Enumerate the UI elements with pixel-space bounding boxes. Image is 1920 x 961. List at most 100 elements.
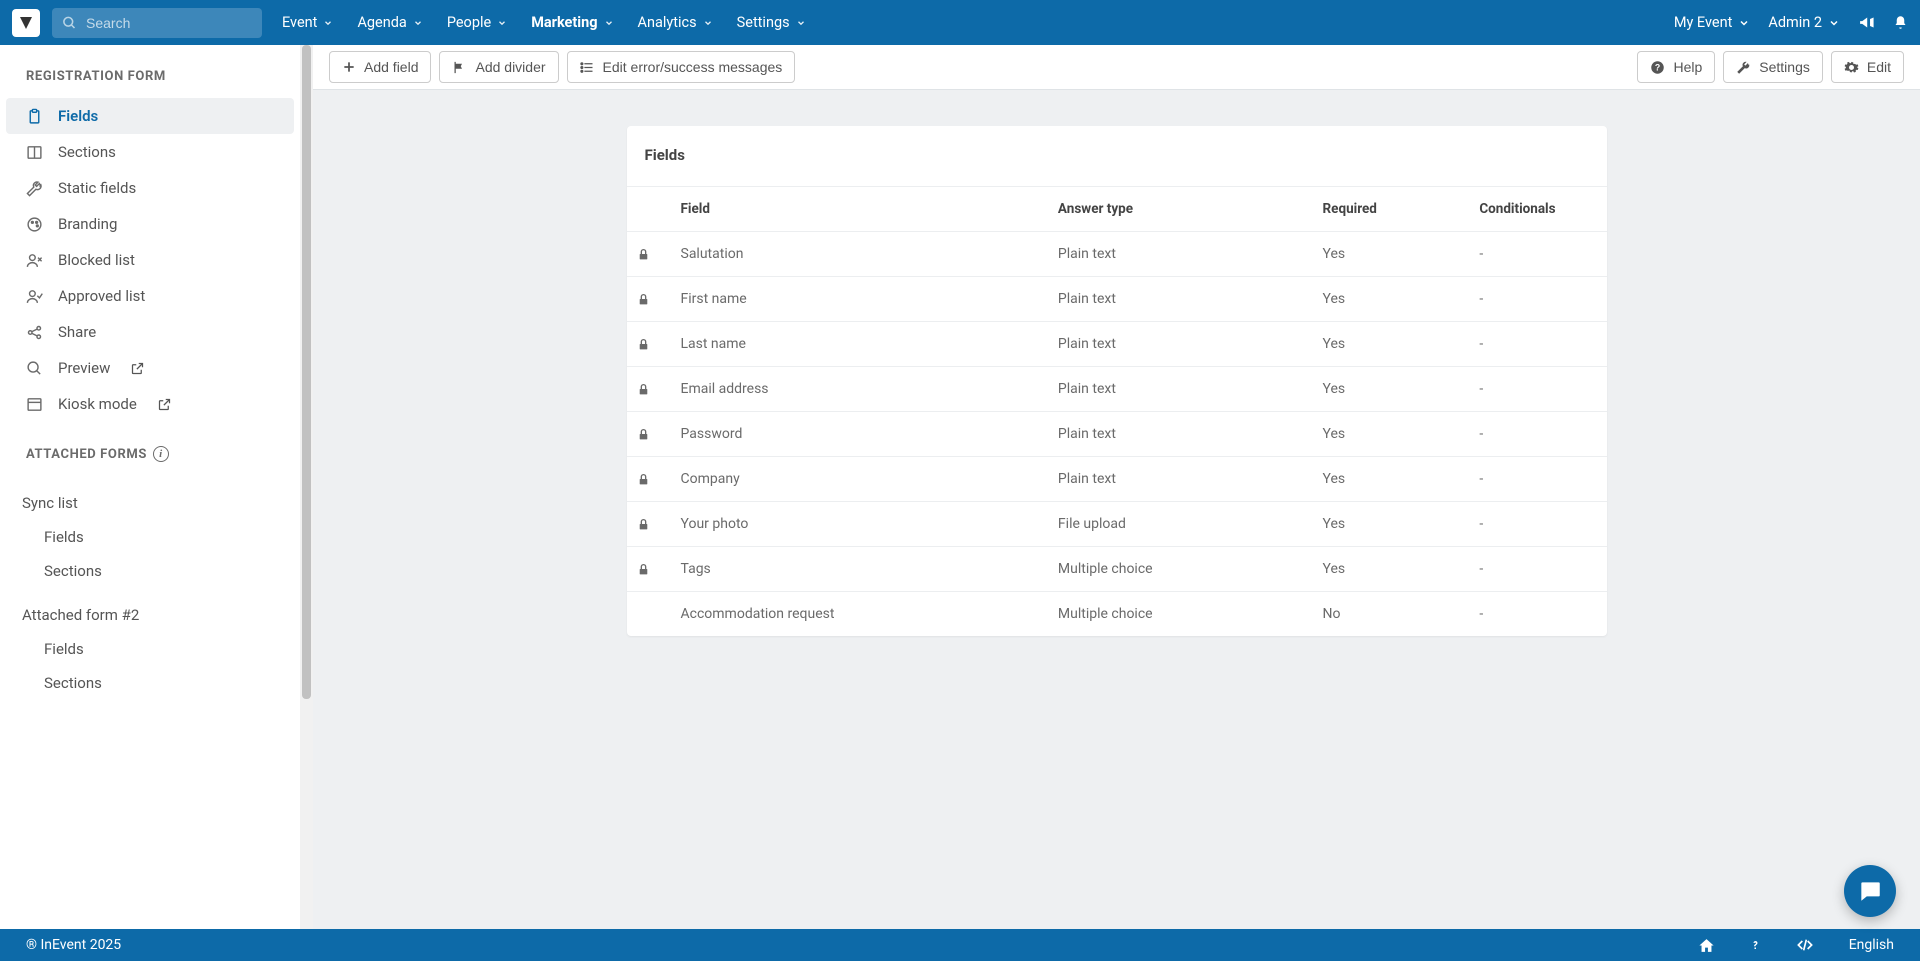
user-selector[interactable]: Admin 2 <box>1768 14 1840 31</box>
attached-form-subitem[interactable]: Sections <box>0 666 300 700</box>
add-divider-button[interactable]: Add divider <box>439 51 558 83</box>
wrench-icon <box>1736 60 1751 75</box>
edit-messages-button[interactable]: Edit error/success messages <box>567 51 796 83</box>
cell-conditionals: - <box>1469 277 1606 322</box>
cell-conditionals: - <box>1469 547 1606 592</box>
search-input[interactable] <box>52 8 262 38</box>
attached-form-subitem[interactable]: Fields <box>0 520 300 554</box>
sidebar-item-fields[interactable]: Fields <box>6 98 294 134</box>
wrench-icon <box>24 180 44 197</box>
topnav-menu: Event Agenda People Marketing Analytics Setti… <box>282 14 806 31</box>
help-button[interactable]: ? Help <box>1637 51 1715 83</box>
table-row[interactable]: SalutationPlain textYes- <box>627 232 1607 277</box>
sidebar-item-share[interactable]: Share <box>6 314 294 350</box>
topnav-item-label: Marketing <box>531 14 597 31</box>
sidebar-item-blocked-list[interactable]: Blocked list <box>6 242 294 278</box>
topnav-item-analytics[interactable]: Analytics <box>638 14 713 31</box>
lock-cell <box>627 232 671 277</box>
topnav-right: My Event Admin 2 <box>1674 14 1908 31</box>
external-link-icon <box>130 361 145 376</box>
sidebar-scrollbar[interactable] <box>300 45 313 929</box>
topnav-item-event[interactable]: Event <box>282 14 333 31</box>
question-icon[interactable] <box>1749 936 1761 954</box>
search-wrap <box>52 8 262 38</box>
topnav-item-settings[interactable]: Settings <box>737 14 806 31</box>
bell-icon[interactable] <box>1893 14 1908 31</box>
add-field-button[interactable]: Add field <box>329 51 431 83</box>
megaphone-icon[interactable] <box>1858 14 1875 31</box>
settings-button[interactable]: Settings <box>1723 51 1823 83</box>
topnav-item-agenda[interactable]: Agenda <box>357 14 422 31</box>
table-row[interactable]: Your photoFile uploadYes- <box>627 502 1607 547</box>
top-nav: Event Agenda People Marketing Analytics Setti… <box>0 0 1920 45</box>
event-selector-label: My Event <box>1674 14 1733 31</box>
cell-required: Yes <box>1313 322 1470 367</box>
brand-glyph-icon <box>17 14 35 32</box>
brand-logo[interactable] <box>12 9 40 37</box>
gear-icon <box>1844 60 1859 75</box>
sidebar-item-kiosk-mode[interactable]: Kiosk mode <box>6 386 294 422</box>
home-icon[interactable] <box>1698 937 1715 954</box>
attached-form-subitem[interactable]: Sections <box>0 554 300 588</box>
sidebar-item-sections[interactable]: Sections <box>6 134 294 170</box>
info-icon[interactable]: i <box>153 446 169 462</box>
col-answer-type: Answer type <box>1048 187 1313 232</box>
cell-field: Tags <box>671 547 1048 592</box>
window-icon <box>24 396 44 413</box>
lock-icon <box>637 562 661 577</box>
plus-icon <box>342 60 356 74</box>
topnav-item-label: People <box>447 14 491 31</box>
language-selector[interactable]: English <box>1849 937 1894 953</box>
sidebar-item-static-fields[interactable]: Static fields <box>6 170 294 206</box>
topnav-item-marketing[interactable]: Marketing <box>531 14 613 31</box>
cell-answer-type: Plain text <box>1048 457 1313 502</box>
lock-cell <box>627 367 671 412</box>
add-field-label: Add field <box>364 59 418 75</box>
sidebar-item-branding[interactable]: Branding <box>6 206 294 242</box>
sidebar-item-preview[interactable]: Preview <box>6 350 294 386</box>
attached-form-heading[interactable]: Sync list <box>0 476 300 520</box>
cell-required: Yes <box>1313 232 1470 277</box>
footer: ® InEvent 2025 English <box>0 929 1920 961</box>
sidebar-item-label: Preview <box>58 359 110 377</box>
sidebar-item-label: Sections <box>58 143 116 161</box>
table-row[interactable]: First namePlain textYes- <box>627 277 1607 322</box>
sidebar-item-approved-list[interactable]: Approved list <box>6 278 294 314</box>
chat-fab[interactable] <box>1844 865 1896 917</box>
cell-conditionals: - <box>1469 502 1606 547</box>
cell-field: Last name <box>671 322 1048 367</box>
list-icon <box>580 60 595 75</box>
edit-button[interactable]: Edit <box>1831 51 1904 83</box>
col-lock <box>627 187 671 232</box>
code-icon[interactable] <box>1795 937 1815 953</box>
attached-form-subitem[interactable]: Fields <box>0 632 300 666</box>
cell-field: Salutation <box>671 232 1048 277</box>
scrollbar-thumb[interactable] <box>302 45 311 699</box>
svg-text:?: ? <box>1655 62 1660 72</box>
lock-cell <box>627 412 671 457</box>
flag-icon <box>452 60 467 75</box>
toolbar: Add field Add divider Edit error/success… <box>313 45 1920 90</box>
clipboard-icon <box>24 108 44 125</box>
footer-icons <box>1698 936 1815 954</box>
share-icon <box>24 324 44 341</box>
main-body: Fields Field Answer type Required Condit… <box>313 90 1920 929</box>
table-row[interactable]: Accommodation requestMultiple choiceNo- <box>627 592 1607 637</box>
topnav-item-people[interactable]: People <box>447 14 507 31</box>
event-selector[interactable]: My Event <box>1674 14 1751 31</box>
attached-form-heading[interactable]: Attached form #2 <box>0 588 300 632</box>
table-row[interactable]: Last namePlain textYes- <box>627 322 1607 367</box>
chevron-down-icon <box>703 18 713 28</box>
table-row[interactable]: TagsMultiple choiceYes- <box>627 547 1607 592</box>
lock-icon <box>637 472 661 487</box>
palette-icon <box>24 216 44 233</box>
sidebar-item-label: Branding <box>58 215 117 233</box>
table-row[interactable]: CompanyPlain textYes- <box>627 457 1607 502</box>
lock-cell <box>627 277 671 322</box>
sidebar-section-registration-form: REGISTRATION FORM <box>0 45 300 98</box>
topnav-item-label: Agenda <box>357 14 406 31</box>
cell-conditionals: - <box>1469 412 1606 457</box>
table-row[interactable]: Email addressPlain textYes- <box>627 367 1607 412</box>
lock-icon <box>637 247 661 262</box>
table-row[interactable]: PasswordPlain textYes- <box>627 412 1607 457</box>
